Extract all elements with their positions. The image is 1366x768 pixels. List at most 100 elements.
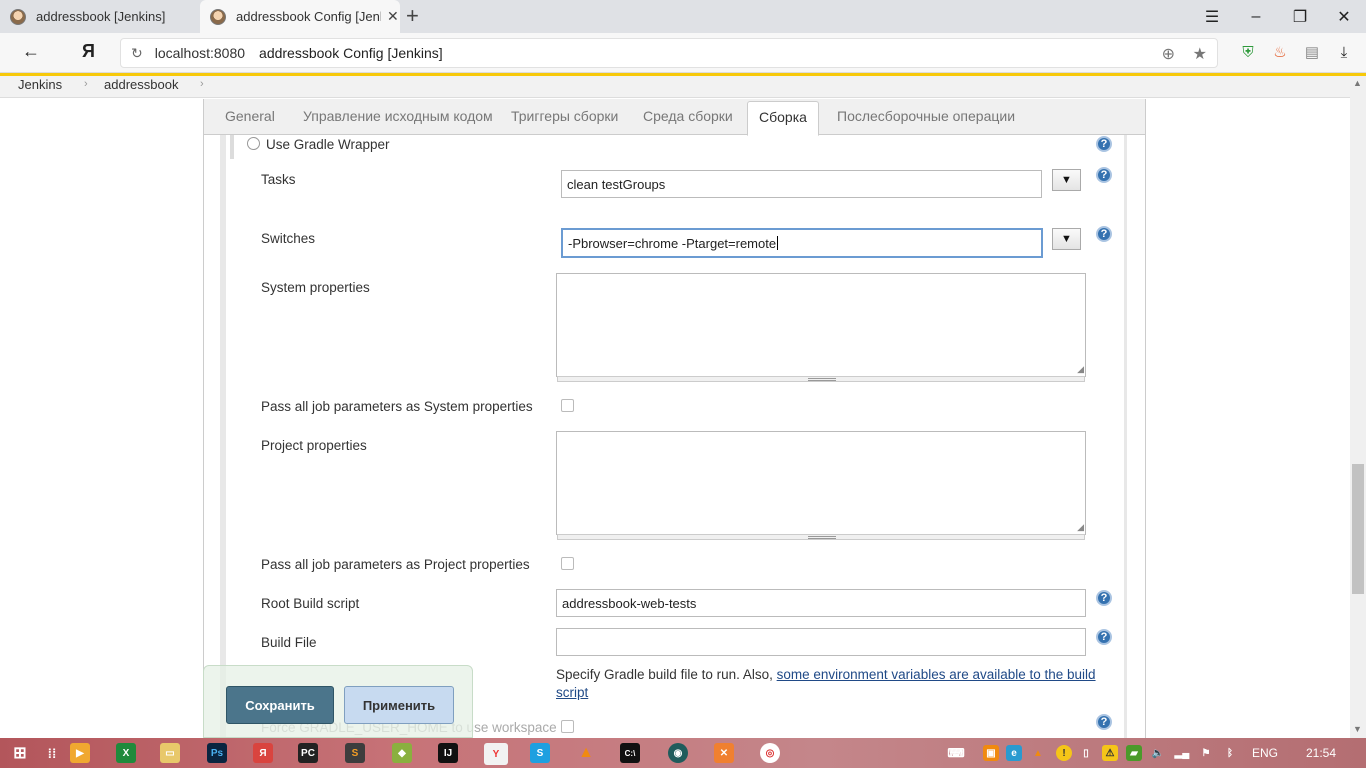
browser-tab-config[interactable]: addressbook Config [Jenk ✕	[200, 0, 400, 33]
address-host: localhost:8080	[154, 45, 246, 61]
file-explorer-icon[interactable]: ▭	[160, 743, 180, 763]
root-build-script-input[interactable]: addressbook-web-tests	[556, 589, 1086, 617]
language-indicator[interactable]: ENG	[1252, 746, 1278, 760]
tab-post-build[interactable]: Послесборочные операции	[837, 108, 1015, 124]
skype-icon[interactable]: S	[530, 743, 550, 763]
address-page-title: addressbook Config [Jenkins]	[259, 45, 443, 61]
tab-build-environment[interactable]: Среда сборки	[643, 108, 733, 124]
windows-taskbar: ⊞ ⁞⁞ ▶ X ▭ Ps Я PC S ◆ IJ Y S ▲ C:\ ◉ ✕ …	[0, 738, 1366, 768]
project-properties-label: Project properties	[261, 438, 367, 453]
intellij-icon[interactable]: IJ	[438, 743, 458, 763]
tab-general[interactable]: General	[225, 108, 275, 124]
help-icon[interactable]: ?	[1096, 629, 1112, 645]
extension-fire-icon[interactable]: ♨	[1269, 41, 1291, 63]
tasks-value: clean testGroups	[567, 176, 666, 192]
tray-device-icon[interactable]: ▯	[1078, 743, 1094, 763]
breadcrumb-chevron-icon[interactable]: ›	[84, 78, 88, 90]
windows-start-icon[interactable]: ⊞	[10, 743, 30, 763]
scrollbar-thumb[interactable]	[1352, 464, 1364, 594]
chrome-icon[interactable]: ◎	[760, 743, 780, 763]
tray-warning-icon[interactable]: !	[1056, 745, 1072, 761]
browser-tab-addressbook[interactable]: addressbook [Jenkins]	[0, 0, 200, 33]
flag-icon[interactable]: ⚑	[1198, 743, 1214, 763]
yandex-browser-icon[interactable]: Я	[253, 743, 273, 763]
bookmark-star-icon[interactable]: ★	[1193, 44, 1207, 64]
page-scrollbar[interactable]: ▲ ▼	[1350, 76, 1366, 738]
tab-build[interactable]: Сборка	[747, 101, 819, 136]
system-properties-textarea[interactable]: ◢	[556, 273, 1086, 382]
xampp-icon[interactable]: ✕	[714, 743, 734, 763]
help-icon[interactable]: ?	[1096, 136, 1112, 152]
help-icon[interactable]: ?	[1096, 167, 1112, 183]
breadcrumb-chevron-icon[interactable]: ›	[200, 78, 204, 90]
save-button[interactable]: Сохранить	[226, 686, 334, 724]
address-bar[interactable]: ↻ localhost:8080 addressbook Config [Jen…	[120, 38, 1218, 68]
tray-vlc-icon[interactable]: ▲	[1030, 743, 1046, 763]
scroll-up-icon[interactable]: ▲	[1353, 78, 1362, 88]
app-round-icon[interactable]: ◉	[668, 743, 688, 763]
tab-build-triggers[interactable]: Триггеры сборки	[511, 108, 618, 124]
reload-icon[interactable]: ↻	[131, 45, 143, 62]
tasks-input[interactable]: clean testGroups	[561, 170, 1042, 198]
pycharm-icon[interactable]: PC	[298, 743, 318, 763]
restore-icon[interactable]: ❐	[1278, 0, 1322, 33]
force-gradle-user-home-checkbox[interactable]	[561, 720, 574, 733]
task-view-icon[interactable]: ⁞⁞	[42, 743, 62, 763]
excel-icon[interactable]: X	[116, 743, 136, 763]
tray-alert-icon[interactable]: ⚠	[1102, 745, 1118, 761]
volume-icon[interactable]: 🔈	[1150, 743, 1166, 763]
build-file-description: Specify Gradle build file to run. Also, …	[556, 666, 1096, 702]
config-tabbar: General Управление исходным кодом Тригге…	[204, 99, 1145, 136]
use-gradle-wrapper-radio[interactable]	[247, 137, 260, 150]
project-properties-textarea[interactable]: ◢	[556, 431, 1086, 540]
vlc-icon[interactable]: ▲	[576, 743, 596, 763]
yandex-icon[interactable]: Я	[82, 41, 95, 62]
pass-system-properties-label: Pass all job parameters as System proper…	[261, 399, 533, 414]
help-icon[interactable]: ?	[1096, 714, 1112, 730]
tab-scm[interactable]: Управление исходным кодом	[303, 108, 493, 124]
network-icon[interactable]: ▂▄	[1174, 743, 1190, 763]
back-icon[interactable]: ←	[22, 41, 40, 62]
minimize-icon[interactable]: ‒	[1234, 0, 1278, 33]
resize-handle-icon[interactable]: ◢	[1077, 522, 1084, 533]
cmd-icon[interactable]: C:\	[620, 743, 640, 763]
clock[interactable]: 21:54	[1306, 746, 1336, 760]
help-icon[interactable]: ?	[1096, 590, 1112, 606]
help-icon[interactable]: ?	[1096, 226, 1112, 242]
resize-handle-icon[interactable]: ◢	[1077, 364, 1084, 375]
media-player-icon[interactable]: ▶	[70, 743, 90, 763]
tray-app-icon[interactable]: e	[1006, 745, 1022, 761]
scroll-down-icon[interactable]: ▼	[1353, 724, 1362, 734]
switches-expand-button[interactable]: ▼	[1052, 228, 1081, 250]
app-icon[interactable]: ◆	[392, 743, 412, 763]
root-build-script-label: Root Build script	[261, 596, 360, 611]
extension-page-icon[interactable]: ▤	[1301, 41, 1323, 63]
pass-system-properties-checkbox[interactable]	[561, 399, 574, 412]
tasks-label: Tasks	[261, 172, 296, 187]
text-caret	[777, 236, 779, 250]
breadcrumb-jenkins[interactable]: Jenkins	[18, 77, 62, 92]
downloads-icon[interactable]: ⤓	[1333, 41, 1355, 63]
close-tab-icon[interactable]: ✕	[387, 8, 399, 25]
yandex-active-icon[interactable]: Y	[484, 743, 508, 765]
sublime-icon[interactable]: S	[345, 743, 365, 763]
menu-icon[interactable]: ☰	[1190, 0, 1234, 33]
pass-project-properties-checkbox[interactable]	[561, 557, 574, 570]
bluetooth-icon[interactable]: ᛒ	[1222, 743, 1238, 763]
photoshop-icon[interactable]: Ps	[207, 743, 227, 763]
switches-input[interactable]: -Pbrowser=chrome -Ptarget=remote	[561, 228, 1043, 258]
close-window-icon[interactable]: ✕	[1322, 0, 1366, 33]
tasks-expand-button[interactable]: ▼	[1052, 169, 1081, 191]
breadcrumb-addressbook[interactable]: addressbook	[104, 77, 178, 92]
apply-button[interactable]: Применить	[344, 686, 454, 724]
keyboard-icon[interactable]: ⌨	[946, 743, 966, 763]
translate-icon[interactable]: ⊕	[1162, 44, 1175, 64]
textarea-resize-grip[interactable]	[557, 534, 1085, 540]
adguard-shield-icon[interactable]: ⛨	[1237, 41, 1259, 63]
textarea-resize-grip[interactable]	[557, 376, 1085, 382]
switches-value: -Pbrowser=chrome -Ptarget=remote	[568, 235, 777, 251]
new-tab-icon[interactable]: +	[406, 4, 419, 28]
tray-app-icon[interactable]: ▣	[983, 745, 999, 761]
build-file-input[interactable]	[556, 628, 1086, 656]
tray-nvidia-icon[interactable]: ▰	[1126, 745, 1142, 761]
